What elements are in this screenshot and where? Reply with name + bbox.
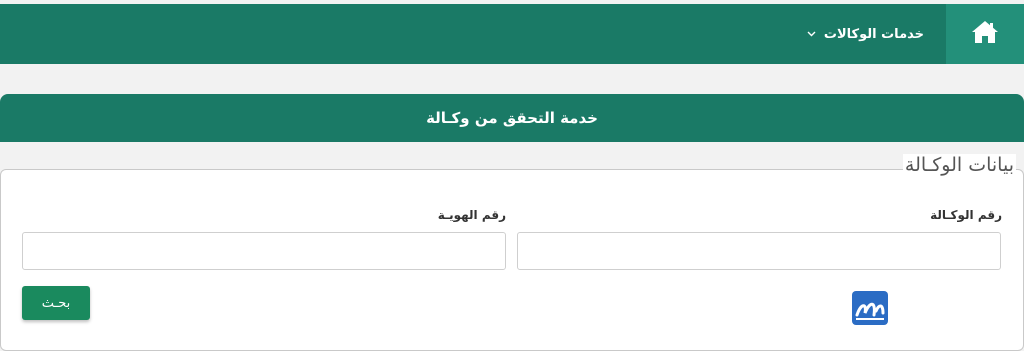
- site-logo: [852, 291, 888, 325]
- menu-label: خدمات الوكالات: [823, 26, 924, 42]
- page-title: خدمة التحقق من وكـالة: [0, 94, 1024, 142]
- search-button[interactable]: بحـث: [22, 286, 90, 320]
- top-navbar: خدمات الوكالات: [0, 4, 1024, 64]
- home-icon: [971, 20, 999, 48]
- id-number-input[interactable]: [22, 232, 506, 270]
- agency-number-input[interactable]: [517, 232, 1001, 270]
- panel-legend: بيانات الوكـالة: [902, 154, 1016, 176]
- id-number-label: رقم الهويـة: [437, 208, 506, 222]
- agency-number-label: رقم الوكـالة: [930, 208, 1002, 222]
- home-button[interactable]: [946, 4, 1024, 64]
- agencies-services-menu[interactable]: خدمات الوكالات: [807, 4, 924, 64]
- chevron-down-icon: [807, 31, 816, 37]
